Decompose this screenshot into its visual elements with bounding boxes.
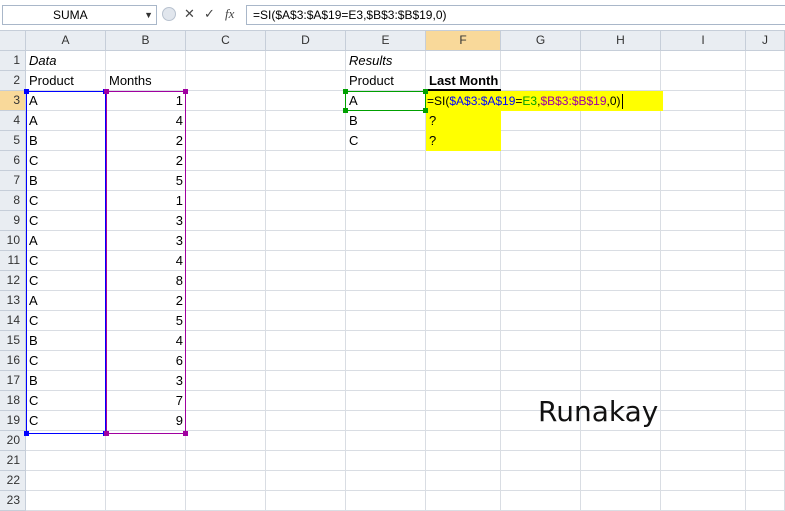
chevron-down-icon[interactable]: ▼ [144,6,153,24]
formula-token-suffix: ,0) [606,94,621,108]
select-all-corner[interactable] [0,31,26,51]
formula-token-ref1: $A$3:$A$19 [449,94,516,108]
row-header-16[interactable]: 16 [0,351,26,371]
formula-bar-grip-icon[interactable] [162,7,176,21]
row-header-8[interactable]: 8 [0,191,26,211]
row-header-18[interactable]: 18 [0,391,26,411]
row-header-5[interactable]: 5 [0,131,26,151]
last-month-result-cell[interactable]: ? [426,111,501,131]
cancel-icon[interactable]: ✕ [184,6,195,22]
row-header-15[interactable]: 15 [0,331,26,351]
edit-formula-text: =SI($A$3:$A$19=E3,$B$3:$B$19,0) [427,91,623,111]
gridline [265,51,266,511]
row-header-22[interactable]: 22 [0,471,26,491]
gridline [660,51,661,511]
name-box-value: SUMA [53,8,88,22]
range-resize-handle[interactable] [183,89,188,94]
name-box[interactable]: SUMA ▼ [2,5,157,25]
results-product-cell[interactable]: C [346,131,426,151]
row-header-1[interactable]: 1 [0,51,26,71]
results-product-cell[interactable]: B [346,111,426,131]
formula-token-ref2: E3 [522,94,538,108]
reference-range-b3-b19[interactable] [106,91,186,434]
row-header-23[interactable]: 23 [0,491,26,511]
gridline [26,470,785,471]
row-header-13[interactable]: 13 [0,291,26,311]
range-resize-handle[interactable] [104,89,109,94]
column-header-e[interactable]: E [346,31,426,51]
gridline [745,51,746,511]
gridline [26,490,785,491]
column-header-f[interactable]: F [426,31,501,51]
range-resize-handle[interactable] [24,89,29,94]
row-header-12[interactable]: 12 [0,271,26,291]
row-header-19[interactable]: 19 [0,411,26,431]
formula-input[interactable]: =SI($A$3:$A$19=E3,$B$3:$B$19,0) [246,5,785,25]
row-header-11[interactable]: 11 [0,251,26,271]
reference-cell-e3[interactable] [345,91,426,111]
data-title-cell[interactable]: Data [26,51,106,71]
column-header-d[interactable]: D [266,31,346,51]
column-header-c[interactable]: C [186,31,266,51]
column-header-g[interactable]: G [501,31,581,51]
column-header-a[interactable]: A [26,31,106,51]
in-cell-formula-editor[interactable]: =SI($A$3:$A$19=E3,$B$3:$B$19,0) [425,91,663,111]
gridline [26,450,785,451]
text-caret [621,94,623,110]
results-title-cell[interactable]: Results [346,51,426,71]
watermark-text: Runakay [538,395,659,428]
gridline [580,51,581,511]
row-header-20[interactable]: 20 [0,431,26,451]
row-header-10[interactable]: 10 [0,231,26,251]
months-header-cell[interactable]: Months [106,71,186,91]
last-month-result-cell[interactable]: ? [426,131,501,151]
enter-icon[interactable]: ✓ [204,6,215,22]
row-header-3[interactable]: 3 [0,91,26,111]
row-header-7[interactable]: 7 [0,171,26,191]
range-resize-handle[interactable] [343,108,348,113]
column-header-b[interactable]: B [106,31,186,51]
range-resize-handle[interactable] [423,108,428,113]
range-resize-handle[interactable] [104,431,109,436]
row-header-9[interactable]: 9 [0,211,26,231]
column-header-h[interactable]: H [581,31,661,51]
row-header-4[interactable]: 4 [0,111,26,131]
row-header-6[interactable]: 6 [0,151,26,171]
row-header-2[interactable]: 2 [0,71,26,91]
range-resize-handle[interactable] [343,89,348,94]
results-product-header-cell[interactable]: Product [346,71,426,91]
formula-bar: SUMA ▼ ✕ ✓ fx =SI($A$3:$A$19=E3,$B$3:$B$… [0,0,785,31]
reference-range-a3-a19[interactable] [26,91,106,434]
insert-function-icon[interactable]: fx [225,6,234,22]
product-header-cell[interactable]: Product [26,71,106,91]
row-header-14[interactable]: 14 [0,311,26,331]
range-resize-handle[interactable] [24,431,29,436]
column-header-j[interactable]: J [746,31,785,51]
range-resize-handle[interactable] [423,89,428,94]
last-month-header-cell[interactable]: Last Month [426,71,501,91]
row-header-17[interactable]: 17 [0,371,26,391]
formula-token-ref3: $B$3:$B$19 [540,94,607,108]
range-resize-handle[interactable] [183,431,188,436]
formula-token-prefix: =SI( [427,94,450,108]
column-header-i[interactable]: I [661,31,746,51]
row-header-21[interactable]: 21 [0,451,26,471]
